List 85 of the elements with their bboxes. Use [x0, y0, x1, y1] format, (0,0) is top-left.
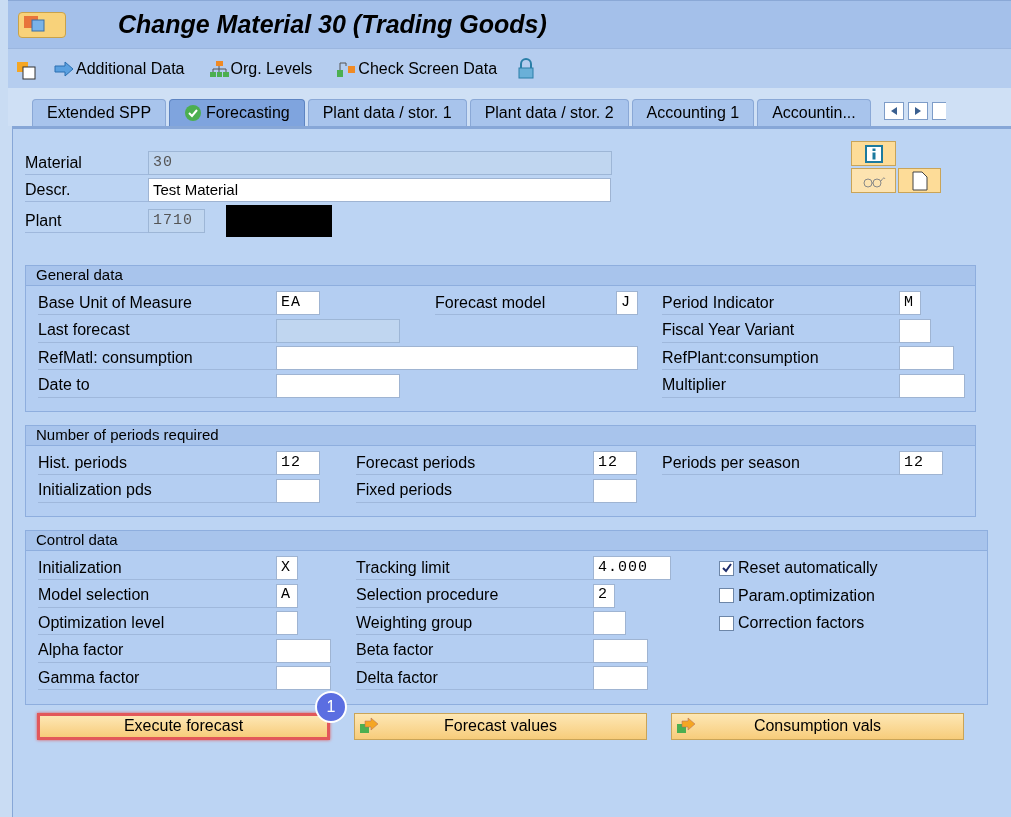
- input-field[interactable]: 12: [593, 451, 637, 475]
- arrow-icon: [359, 716, 379, 735]
- checkbox-box[interactable]: [719, 588, 734, 603]
- field-label: RefPlant:consumption: [662, 346, 899, 370]
- field-label: Last forecast: [38, 318, 276, 343]
- checkbox-box[interactable]: [719, 560, 734, 576]
- action-button[interactable]: Consumption vals: [671, 712, 964, 740]
- screen-icon: [23, 14, 47, 35]
- field-label: Hist. periods: [38, 451, 276, 475]
- input-field[interactable]: [276, 666, 331, 690]
- input-field[interactable]: [899, 346, 954, 370]
- toolbar-button[interactable]: Check Screen Data: [332, 56, 502, 81]
- tab[interactable]: Accounting 1: [631, 99, 755, 126]
- checkbox[interactable]: Reset automatically: [719, 556, 878, 580]
- input-field[interactable]: 12: [899, 451, 943, 475]
- field-label: Beta factor: [356, 638, 593, 663]
- scroll-right-icon[interactable]: [907, 102, 928, 120]
- input-field[interactable]: J: [616, 291, 638, 315]
- input-field[interactable]: [276, 346, 638, 370]
- field-label: Gamma factor: [38, 666, 276, 690]
- arrow-icon: [54, 60, 74, 77]
- arrow-icon: [676, 716, 696, 735]
- scroll-left-icon[interactable]: [883, 102, 904, 120]
- document-icon: [911, 170, 928, 191]
- input-field[interactable]: X: [276, 556, 298, 580]
- input-field[interactable]: [899, 373, 965, 398]
- input-field[interactable]: M: [899, 291, 921, 315]
- tab[interactable]: Extended SPP: [32, 99, 167, 126]
- field-label: Initialization: [38, 556, 276, 580]
- tab[interactable]: Plant data / stor. 2: [469, 99, 629, 126]
- input-field[interactable]: A: [276, 583, 298, 608]
- tab[interactable]: Accountin...: [757, 99, 871, 126]
- checkbox-box[interactable]: [719, 615, 734, 631]
- action-button[interactable]: Execute forecast: [37, 712, 330, 740]
- field-label: Fixed periods: [356, 478, 593, 503]
- field-label: RefMatl: consumption: [38, 346, 276, 370]
- input-field[interactable]: [899, 318, 931, 343]
- field-label: Fiscal Year Variant: [662, 318, 899, 343]
- field-label: Initialization pds: [38, 478, 276, 503]
- field-label: Selection procedure: [356, 583, 593, 608]
- group-title: General data: [26, 266, 975, 286]
- check-icon: [184, 104, 203, 122]
- field-label: Delta factor: [356, 666, 593, 690]
- toolbar-button[interactable]: Org. Levels: [204, 56, 317, 81]
- field-label: Date to: [38, 373, 276, 398]
- field-label: Periods per season: [662, 451, 899, 475]
- field-label: Alpha factor: [38, 638, 276, 663]
- group-title: Number of periods required: [26, 426, 975, 446]
- connected-squares-icon: [336, 59, 357, 78]
- field-label: Base Unit of Measure: [38, 291, 276, 315]
- field-label: Tracking limit: [356, 556, 593, 580]
- group-title: Control data: [26, 531, 987, 551]
- hierarchy-icon: [208, 59, 229, 78]
- info-icon: [864, 144, 883, 163]
- checkbox[interactable]: Param.optimization: [719, 583, 878, 608]
- lock-icon[interactable]: [517, 57, 536, 80]
- input-field[interactable]: 4.000: [593, 556, 671, 580]
- tab-list-icon[interactable]: [931, 102, 946, 120]
- info-button[interactable]: [851, 141, 896, 166]
- input-field[interactable]: 12: [276, 451, 320, 475]
- input-field[interactable]: [276, 478, 320, 503]
- field-label: Forecast periods: [356, 451, 593, 475]
- input-field[interactable]: [593, 666, 648, 690]
- field-label: Optimization level: [38, 611, 276, 635]
- field-label: Weighting group: [356, 611, 593, 635]
- window-title: Change Material 30 (Trading Goods): [118, 8, 547, 40]
- input-field[interactable]: Test Material: [148, 178, 611, 202]
- input-field[interactable]: EA: [276, 291, 320, 315]
- action-button[interactable]: Forecast values: [354, 712, 647, 740]
- toolbar-button[interactable]: Additional Data: [50, 56, 189, 81]
- field-label: Model selection: [38, 583, 276, 608]
- input-field[interactable]: [276, 638, 331, 663]
- field-label: Period Indicator: [662, 291, 899, 315]
- document-button[interactable]: [898, 168, 941, 193]
- input-field[interactable]: [593, 611, 626, 635]
- tab[interactable]: Forecasting: [169, 99, 305, 126]
- field-label: Multiplier: [662, 373, 899, 398]
- input-field[interactable]: [593, 638, 648, 663]
- checkbox[interactable]: Correction factors: [719, 611, 878, 635]
- menu-button[interactable]: [18, 11, 66, 38]
- input-field[interactable]: [593, 478, 637, 503]
- input-field[interactable]: 2: [593, 583, 615, 608]
- input-field[interactable]: [276, 611, 298, 635]
- input-field[interactable]: [276, 373, 400, 398]
- tab[interactable]: Plant data / stor. 1: [307, 99, 467, 126]
